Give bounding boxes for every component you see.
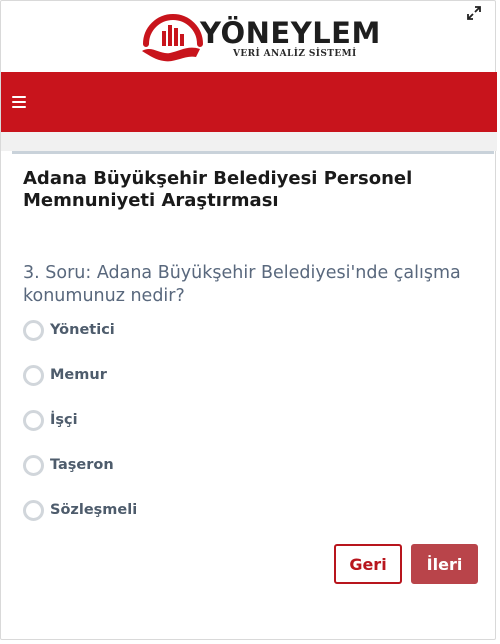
survey-title: Adana Büyükşehir Belediyesi Personel Mem… (23, 168, 413, 211)
question-text: 3. Soru: Adana Büyükşehir Belediyesi'nde… (23, 263, 461, 306)
brand-name: YÖNEYLEM (200, 16, 381, 50)
radio-button[interactable] (23, 409, 44, 431)
back-button[interactable]: Geri (334, 544, 402, 584)
option-sozlesmeli[interactable]: Sözleşmeli (23, 498, 137, 522)
option-label: Sözleşmeli (50, 502, 138, 518)
option-memur[interactable]: Memur (23, 363, 107, 387)
option-label: Memur (50, 367, 107, 383)
hamburger-menu-icon[interactable] (12, 96, 26, 108)
option-label: İşçi (50, 412, 78, 428)
header: YÖNEYLEM VERİ ANALİZ SİSTEMİ (1, 1, 497, 71)
expand-icon[interactable] (463, 5, 485, 27)
radio-button[interactable] (23, 454, 44, 476)
option-taseron[interactable]: Taşeron (23, 453, 114, 477)
brand-tagline: VERİ ANALİZ SİSTEMİ (233, 49, 357, 59)
content-gap (1, 132, 497, 151)
logo-icon (142, 14, 203, 62)
option-yonetici[interactable]: Yönetici (23, 318, 115, 342)
next-button[interactable]: İleri (411, 544, 478, 584)
survey-panel: Adana Büyükşehir Belediyesi Personel Mem… (12, 151, 494, 634)
top-navbar (1, 72, 497, 132)
option-label: Yönetici (50, 322, 115, 338)
radio-button[interactable] (23, 364, 44, 386)
radio-button[interactable] (23, 499, 44, 521)
option-isci[interactable]: İşçi (23, 408, 78, 432)
option-label: Taşeron (50, 457, 114, 473)
app-frame: YÖNEYLEM VERİ ANALİZ SİSTEMİ Adana Büyük… (0, 0, 497, 640)
radio-button[interactable] (23, 319, 44, 341)
